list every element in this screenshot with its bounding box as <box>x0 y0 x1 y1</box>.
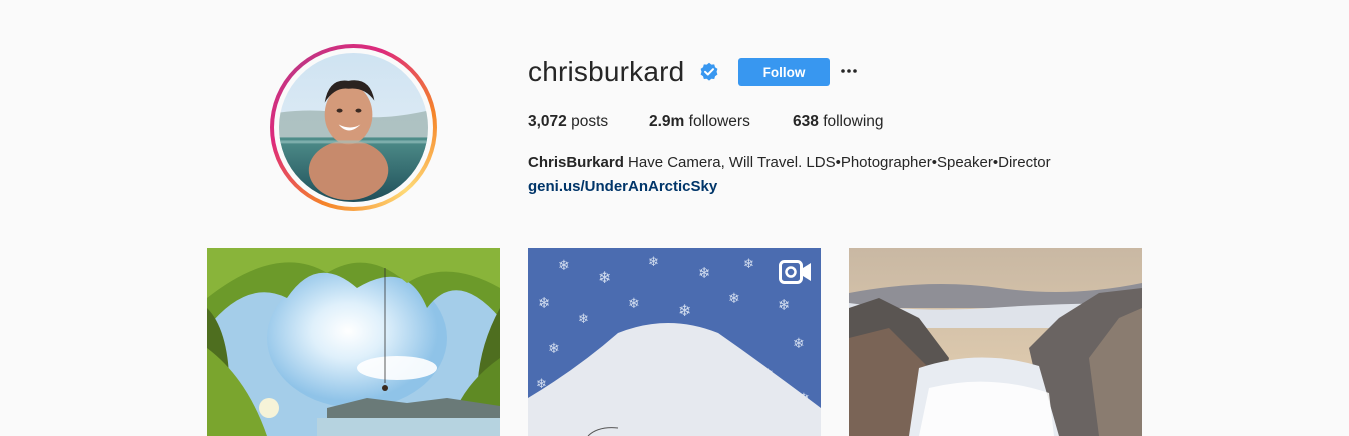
svg-text:❄: ❄ <box>743 257 754 272</box>
svg-text:❄: ❄ <box>628 296 640 312</box>
post-image-mountains <box>849 248 1142 436</box>
avatar-photo <box>279 53 428 202</box>
svg-text:❄: ❄ <box>648 255 659 270</box>
post-thumbnail-3[interactable] <box>849 248 1142 436</box>
verified-badge-icon <box>700 62 718 81</box>
svg-text:❄: ❄ <box>793 336 805 352</box>
svg-text:❄: ❄ <box>538 294 551 312</box>
following-label: following <box>823 113 884 130</box>
bio-link[interactable]: geni.us/UnderAnArcticSky <box>528 178 717 195</box>
more-options-icon[interactable] <box>840 62 858 80</box>
following-stat[interactable]: 638 following <box>793 113 884 131</box>
post-image-snow: ❄ ❄ ❄ ❄ ❄ ❄ ❄ ❄ ❄ ❄ ❄ ❄ ❄ ❄ ❄ ❄ <box>528 248 821 436</box>
avatar-image <box>279 53 428 202</box>
bio-text: Have Camera, Will Travel. LDS•Photograph… <box>628 154 1051 171</box>
posts-stat: 3,072 posts <box>528 113 608 131</box>
svg-text:❄: ❄ <box>728 291 740 307</box>
bio-name: ChrisBurkard <box>528 154 624 171</box>
following-count: 638 <box>793 113 819 130</box>
svg-text:❄: ❄ <box>678 301 691 320</box>
svg-text:❄: ❄ <box>598 268 611 287</box>
svg-text:❄: ❄ <box>778 296 791 314</box>
profile-avatar[interactable] <box>270 44 437 211</box>
video-icon <box>779 260 811 284</box>
profile-bio: ChrisBurkard Have Camera, Will Travel. L… <box>528 154 1051 171</box>
post-thumbnail-2[interactable]: ❄ ❄ ❄ ❄ ❄ ❄ ❄ ❄ ❄ ❄ ❄ ❄ ❄ ❄ ❄ ❄ <box>528 248 821 436</box>
svg-text:❄: ❄ <box>698 264 711 282</box>
followers-count: 2.9m <box>649 113 685 130</box>
profile-username: chrisburkard <box>528 56 685 87</box>
svg-text:❄: ❄ <box>548 341 560 357</box>
posts-label: posts <box>571 113 609 130</box>
svg-text:❄: ❄ <box>578 312 589 327</box>
followers-label: followers <box>688 113 750 130</box>
post-image-forest <box>207 248 500 436</box>
followers-stat[interactable]: 2.9m followers <box>649 113 750 131</box>
svg-text:❄: ❄ <box>558 258 570 274</box>
posts-count: 3,072 <box>528 113 567 130</box>
post-thumbnail-1[interactable] <box>207 248 500 436</box>
follow-button[interactable]: Follow <box>738 58 830 86</box>
